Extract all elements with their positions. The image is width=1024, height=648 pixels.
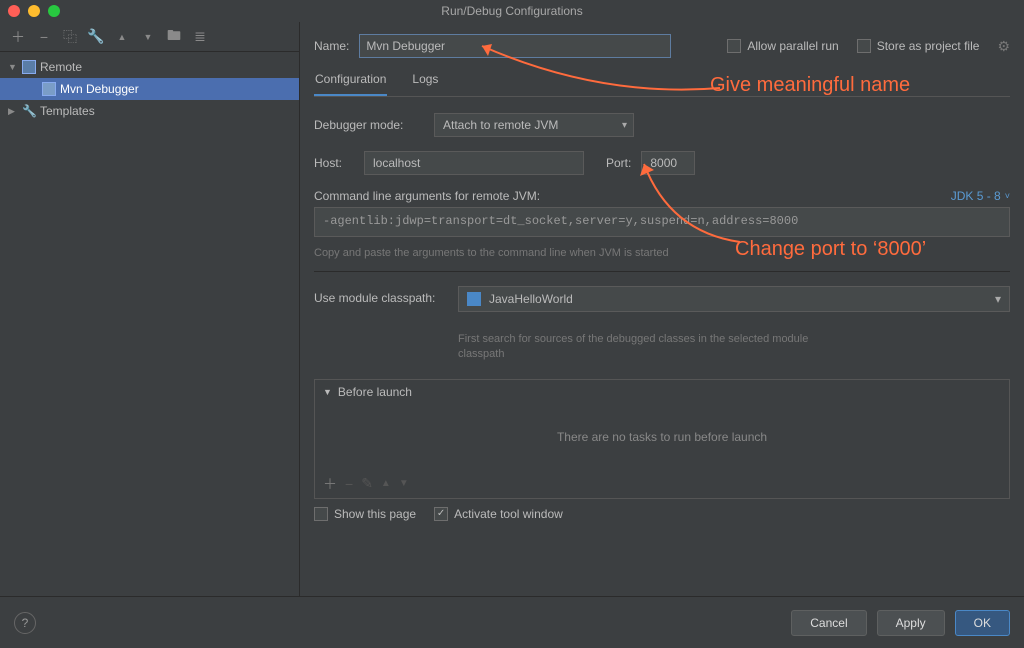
chevron-down-icon: ▼ bbox=[323, 387, 332, 397]
before-launch-toolbar: ＋ − ✎ ▲ ▼ bbox=[315, 470, 1009, 498]
debugger-mode-label: Debugger mode: bbox=[314, 118, 424, 132]
checkbox-icon bbox=[314, 507, 328, 521]
cmd-args-field[interactable]: -agentlib:jdwp=transport=dt_socket,serve… bbox=[314, 207, 1010, 237]
ok-button[interactable]: OK bbox=[955, 610, 1010, 636]
window-title: Run/Debug Configurations bbox=[0, 4, 1024, 18]
chevron-down-icon: ▼ bbox=[8, 62, 18, 72]
port-label: Port: bbox=[606, 156, 631, 170]
add-icon[interactable]: ＋ bbox=[10, 29, 26, 45]
up-icon[interactable]: ▲ bbox=[114, 29, 130, 45]
host-label: Host: bbox=[314, 156, 354, 170]
module-icon bbox=[467, 292, 481, 306]
store-as-project-checkbox[interactable]: Store as project file bbox=[857, 39, 980, 53]
sort-icon[interactable]: ≣ bbox=[192, 29, 208, 45]
module-classpath-select[interactable]: JavaHelloWorld bbox=[458, 286, 1010, 312]
chevron-down-icon: ˅ bbox=[1005, 191, 1010, 201]
config-tree: ▼ Remote Mvn Debugger ▶ 🔧 Templates bbox=[0, 52, 299, 596]
show-this-page-checkbox[interactable]: Show this page bbox=[314, 507, 416, 521]
tree-node-remote[interactable]: ▼ Remote bbox=[0, 56, 299, 78]
down-icon[interactable]: ▼ bbox=[140, 29, 156, 45]
apply-button[interactable]: Apply bbox=[877, 610, 945, 636]
titlebar: Run/Debug Configurations bbox=[0, 0, 1024, 22]
module-classpath-label: Use module classpath: bbox=[314, 286, 448, 305]
before-launch-section: ▼ Before launch There are no tasks to ru… bbox=[314, 379, 1010, 499]
sidebar: ＋ − ⿻ 🔧 ▲ ▼ 🖿 ≣ ▼ Remote Mvn Debugger bbox=[0, 22, 300, 596]
cmd-hint: Copy and paste the arguments to the comm… bbox=[314, 247, 1010, 259]
wrench-icon: 🔧 bbox=[22, 104, 36, 118]
sidebar-toolbar: ＋ − ⿻ 🔧 ▲ ▼ 🖿 ≣ bbox=[0, 22, 299, 52]
before-launch-header[interactable]: ▼ Before launch bbox=[315, 380, 1009, 404]
tab-configuration[interactable]: Configuration bbox=[314, 68, 387, 96]
remove-icon[interactable]: − bbox=[36, 29, 52, 45]
run-debug-config-dialog: Run/Debug Configurations ＋ − ⿻ 🔧 ▲ ▼ 🖿 ≣… bbox=[0, 0, 1024, 648]
cmd-args-label: Command line arguments for remote JVM: bbox=[314, 189, 540, 203]
host-input[interactable] bbox=[364, 151, 584, 175]
tab-logs[interactable]: Logs bbox=[411, 68, 439, 96]
chevron-right-icon: ▶ bbox=[8, 106, 18, 117]
module-hint: First search for sources of the debugged… bbox=[458, 332, 818, 363]
dialog-footer: Cancel Apply OK bbox=[0, 596, 1024, 648]
up-icon[interactable]: ▲ bbox=[381, 478, 391, 489]
tree-node-templates[interactable]: ▶ 🔧 Templates bbox=[0, 100, 299, 122]
jdk-version-dropdown[interactable]: JDK 5 - 8 ˅ bbox=[951, 189, 1010, 203]
activate-tool-window-checkbox[interactable]: ✓ Activate tool window bbox=[434, 507, 563, 521]
before-launch-empty-text: There are no tasks to run before launch bbox=[315, 404, 1009, 470]
help-button[interactable]: ? bbox=[14, 612, 36, 634]
main-panel: Name: Allow parallel run Store as projec… bbox=[300, 22, 1024, 596]
port-input[interactable] bbox=[641, 151, 695, 175]
down-icon[interactable]: ▼ bbox=[399, 478, 409, 489]
cancel-button[interactable]: Cancel bbox=[791, 610, 866, 636]
edit-icon[interactable]: ✎ bbox=[361, 475, 373, 492]
remove-icon[interactable]: − bbox=[345, 476, 353, 492]
name-label: Name: bbox=[314, 39, 349, 53]
checkbox-checked-icon: ✓ bbox=[434, 507, 448, 521]
folder-icon[interactable]: 🖿 bbox=[166, 29, 182, 45]
remote-config-icon bbox=[42, 82, 56, 96]
checkbox-icon bbox=[857, 39, 871, 53]
tabs: Configuration Logs bbox=[314, 68, 1010, 97]
checkbox-icon bbox=[727, 39, 741, 53]
name-input[interactable] bbox=[359, 34, 671, 58]
allow-parallel-checkbox[interactable]: Allow parallel run bbox=[727, 39, 838, 53]
add-icon[interactable]: ＋ bbox=[323, 474, 337, 494]
wrench-icon[interactable]: 🔧 bbox=[88, 29, 104, 45]
tree-node-mvn-debugger[interactable]: Mvn Debugger bbox=[0, 78, 299, 100]
debugger-mode-select[interactable]: Attach to remote JVM bbox=[434, 113, 634, 137]
remote-icon bbox=[22, 60, 36, 74]
copy-icon[interactable]: ⿻ bbox=[62, 29, 78, 45]
gear-icon[interactable]: ⚙ bbox=[997, 38, 1010, 55]
